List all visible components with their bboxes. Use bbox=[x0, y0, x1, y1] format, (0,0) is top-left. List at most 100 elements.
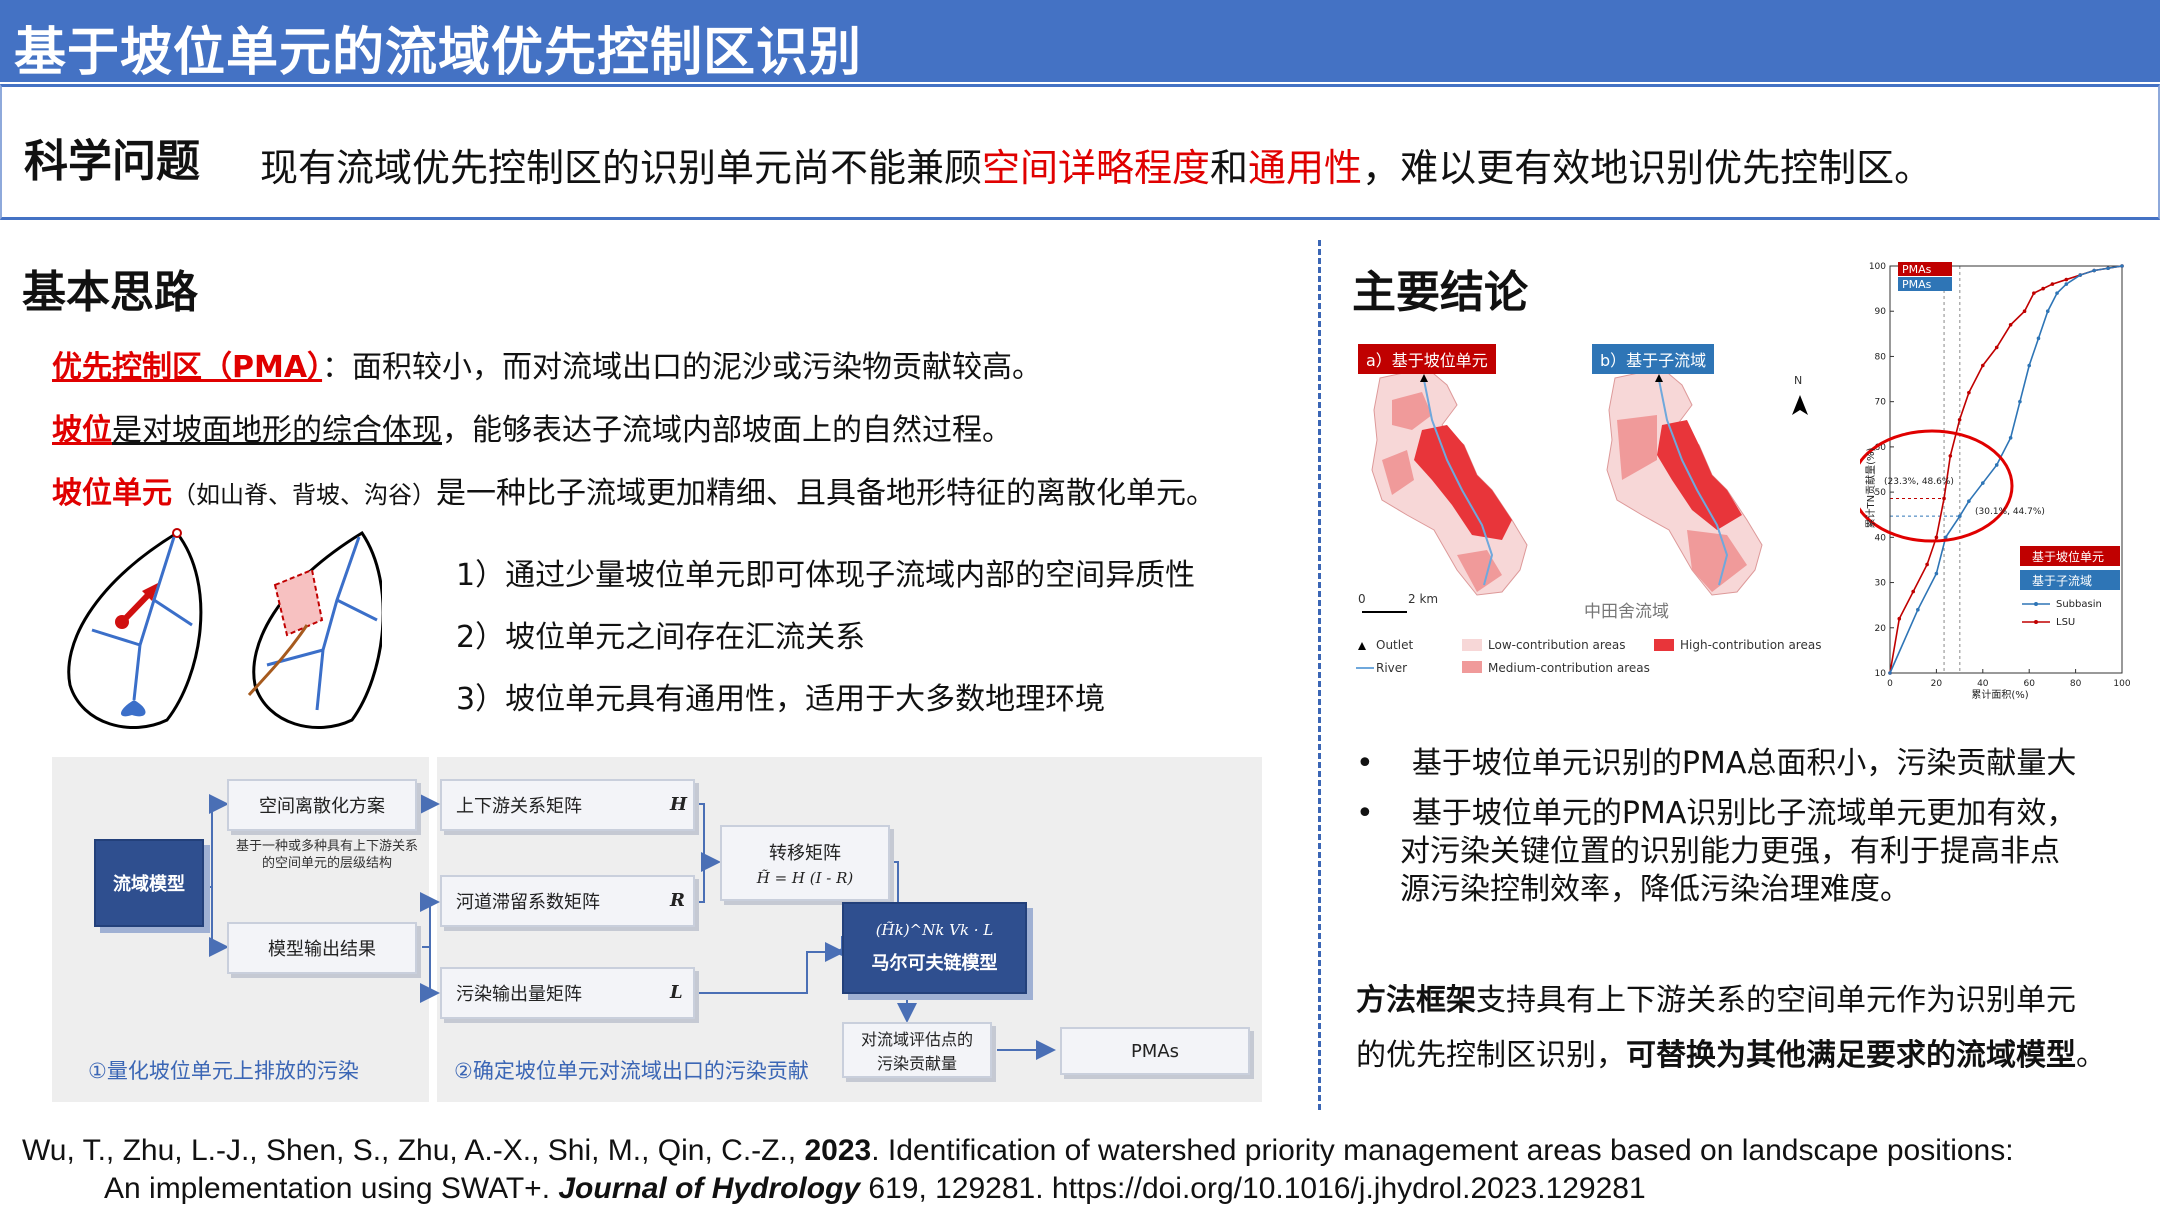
legend-box-subbasin: 基于子流域 bbox=[2032, 574, 2092, 588]
series-point-lsu bbox=[2064, 277, 2069, 282]
legend-top-lsu: PMAs bbox=[1902, 263, 1932, 276]
legend-box-lsu: 基于坡位单元 bbox=[2032, 549, 2104, 564]
definition-slope-position: 坡位是对坡面地形的综合体现，能够表达子流域内部坡面上的自然过程。 bbox=[52, 405, 1012, 449]
series-point-subbasin bbox=[2106, 266, 2110, 271]
citation-line-1: Wu, T., Zhu, L.-J., Shen, S., Zhu, A.-X.… bbox=[22, 1132, 2014, 1170]
legend-low-swatch bbox=[1462, 639, 1482, 651]
term-slope-unit: 坡位单元 bbox=[52, 476, 172, 511]
question-text-a: 现有流域优先控制区的识别单元尚不能兼顾 bbox=[260, 146, 983, 190]
legend-outlet-icon bbox=[1358, 642, 1366, 650]
north-arrow-icon bbox=[1792, 395, 1808, 415]
conclusion-line-1: 方法框架支持具有上下游关系的空间单元作为识别单元 bbox=[1356, 975, 2076, 1019]
model-output-box: 模型输出结果 bbox=[227, 922, 417, 974]
citation-details: 619, 129281. https://doi.org/10.1016/j.j… bbox=[860, 1172, 1646, 1205]
question-highlight-generality: 通用性 bbox=[1248, 146, 1363, 190]
series-point-subbasin bbox=[2036, 336, 2041, 341]
series-point-subbasin bbox=[2078, 273, 2083, 277]
conclusion-text-2: 的优先控制区识别， bbox=[1356, 1038, 1626, 1073]
pollution-matrix-box: 污染输出量矩阵 bbox=[440, 967, 695, 1019]
method-flowchart: 流域模型 空间离散化方案 基于一种或多种具有上下游关系 的空间单元的层级结构 模… bbox=[52, 757, 1262, 1102]
conclusion-bold-1: 方法框架 bbox=[1356, 983, 1476, 1018]
contribution-line-2: 污染贡献量 bbox=[876, 1054, 957, 1073]
question-box: 科学问题 现有流域优先控制区的识别单元尚不能兼顾空间详略程度和通用性，难以更有效… bbox=[0, 84, 2160, 220]
definition-slope-unit: 坡位单元（如山脊、背坡、沟谷）是一种比子流域更加精细、且具备地形特征的离散化单元… bbox=[52, 468, 1216, 512]
x-tick-label: 0 bbox=[1887, 679, 1893, 689]
markov-label: 马尔可夫链模型 bbox=[871, 953, 998, 974]
series-point-lsu bbox=[2008, 322, 2013, 327]
series-point-lsu bbox=[2022, 309, 2027, 314]
chart-grid bbox=[1889, 265, 2123, 674]
subbasin-leaf-sketch bbox=[67, 528, 203, 729]
conclusion-line-2: 的优先控制区识别，可替换为其他满足要求的流域模型。 bbox=[1356, 1030, 2106, 1074]
chart-svg: 1020304050607080901000 20 40 60 80 100 PMAs P… bbox=[1850, 262, 2131, 701]
series-point-subbasin bbox=[1943, 535, 1948, 540]
contribution-box: 对流域评估点的 污染贡献量 bbox=[842, 1022, 992, 1078]
basin-name: 中田舍流域 bbox=[1584, 602, 1669, 622]
bullet-1: • 基于坡位单元识别的PMA总面积小，污染贡献量大 bbox=[1356, 746, 2077, 781]
series-line-lsu bbox=[1889, 265, 2123, 674]
series-point-lsu bbox=[2041, 286, 2045, 291]
legend-outlet: Outlet bbox=[1376, 638, 1414, 652]
x-tick-label: 60 bbox=[2023, 679, 2035, 689]
annotation-lsu: (23.3%, 48.6%) bbox=[1884, 477, 1954, 487]
citation-title: . Identification of watershed priority m… bbox=[871, 1134, 2014, 1167]
series-point-lsu bbox=[2032, 291, 2036, 295]
citation-year: 2023 bbox=[804, 1134, 872, 1167]
point-1: 1）通过少量坡位单元即可体现子流域内部的空间异质性 bbox=[456, 558, 1196, 593]
series-point-subbasin bbox=[1916, 607, 1920, 612]
transfer-matrix-formula: H̃ = H (I - R) bbox=[756, 869, 854, 887]
y-tick-label: 10 bbox=[1875, 669, 1887, 679]
annotation-subbasin: (30.1%, 44.7%) bbox=[1975, 507, 2045, 517]
bullet-2-line-3: 源污染控制效率，降低污染治理难度。 bbox=[1400, 872, 1910, 907]
legend-medium: Medium-contribution areas bbox=[1488, 661, 1650, 675]
series-point-subbasin bbox=[2064, 282, 2069, 286]
flow-caption-2: ②确定坡位单元对流域出口的污染贡献 bbox=[454, 1059, 809, 1083]
series-point-subbasin bbox=[2120, 264, 2124, 268]
symbol-l: L bbox=[670, 982, 683, 1003]
question-text-b: 和 bbox=[1210, 146, 1249, 190]
question-label: 科学问题 bbox=[24, 136, 200, 187]
legend-medium-swatch bbox=[1462, 661, 1482, 673]
series-point-subbasin bbox=[1994, 463, 1999, 467]
x-tick-label: 100 bbox=[2113, 679, 2130, 689]
x-tick-label: 40 bbox=[1977, 679, 1989, 689]
definition-pma: 优先控制区（PMA）：面积较小，而对流域出口的泥沙或污染物贡献较高。 bbox=[52, 342, 1042, 386]
section-title-approach: 基本思路 bbox=[22, 267, 198, 318]
y-tick-label: 40 bbox=[1875, 533, 1887, 543]
transfer-matrix-box: 转移矩阵 H̃ = H (I - R) bbox=[720, 825, 890, 901]
series-point-lsu bbox=[1967, 390, 1971, 395]
flow-caption-1: ①量化坡位单元上排放的污染 bbox=[88, 1059, 359, 1083]
conclusion-bold-2: 可替换为其他满足要求的流域模型 bbox=[1626, 1038, 2076, 1073]
watershed-model-box: 流域模型 bbox=[94, 839, 204, 927]
citation-title-cont: An implementation using SWAT+. bbox=[104, 1172, 559, 1205]
map-a-tag: a）基于坡位单元 bbox=[1358, 344, 1496, 374]
y-tick-label: 100 bbox=[1869, 262, 1886, 272]
pmas-box: PMAs bbox=[1060, 1027, 1250, 1075]
series-legend: Subbasin LSU bbox=[2022, 599, 2102, 628]
slope-unit-examples: （如山脊、背坡、沟谷） bbox=[172, 481, 436, 509]
point-3: 3）坡位单元具有通用性，适用于大多数地理环境 bbox=[456, 682, 1106, 717]
series-point-lsu bbox=[1925, 562, 1929, 567]
markov-chain-box: (H̃k)^Nk Vk · L 马尔可夫链模型 bbox=[842, 902, 1027, 994]
legend-top-subbasin: PMAs bbox=[1902, 278, 1932, 291]
chart-axes: 1020304050607080901000 20 40 60 80 100 bbox=[1869, 262, 2131, 689]
contribution-maps: a）基于坡位单元 b）基于子流域 N 0 2 km 中田舍流域 Outlet R… bbox=[1352, 330, 1832, 685]
map-b-tag: b）基于子流域 bbox=[1592, 344, 1715, 374]
legend-high-swatch bbox=[1654, 639, 1674, 651]
question-text-c: ，难以更有效地识别优先控制区。 bbox=[1362, 146, 1933, 190]
discretization-box: 空间离散化方案 bbox=[227, 779, 417, 831]
series-point-subbasin bbox=[1967, 499, 1971, 503]
definition-slope-unit-text: 是一种比子流域更加精细、且具备地形特征的离散化单元。 bbox=[436, 476, 1216, 511]
series-point-subbasin bbox=[1888, 671, 1892, 675]
series-point-lsu bbox=[1942, 496, 1946, 501]
scale-zero: 0 bbox=[1358, 592, 1366, 606]
question-text: 现有流域优先控制区的识别单元尚不能兼顾空间详略程度和通用性，难以更有效地识别优先… bbox=[260, 137, 1932, 192]
series-point-lsu bbox=[1994, 345, 1999, 350]
conclusion-text-3: 。 bbox=[2076, 1038, 2106, 1073]
contribution-line-1: 对流域评估点的 bbox=[860, 1030, 973, 1049]
updown-matrix-box: 上下游关系矩阵 bbox=[440, 779, 695, 831]
series-point-lsu bbox=[1981, 363, 1985, 368]
series-point-subbasin bbox=[2027, 363, 2031, 368]
retention-matrix-box: 河道滞留系数矩阵 bbox=[440, 875, 695, 927]
legend-high: High-contribution areas bbox=[1680, 638, 1822, 652]
